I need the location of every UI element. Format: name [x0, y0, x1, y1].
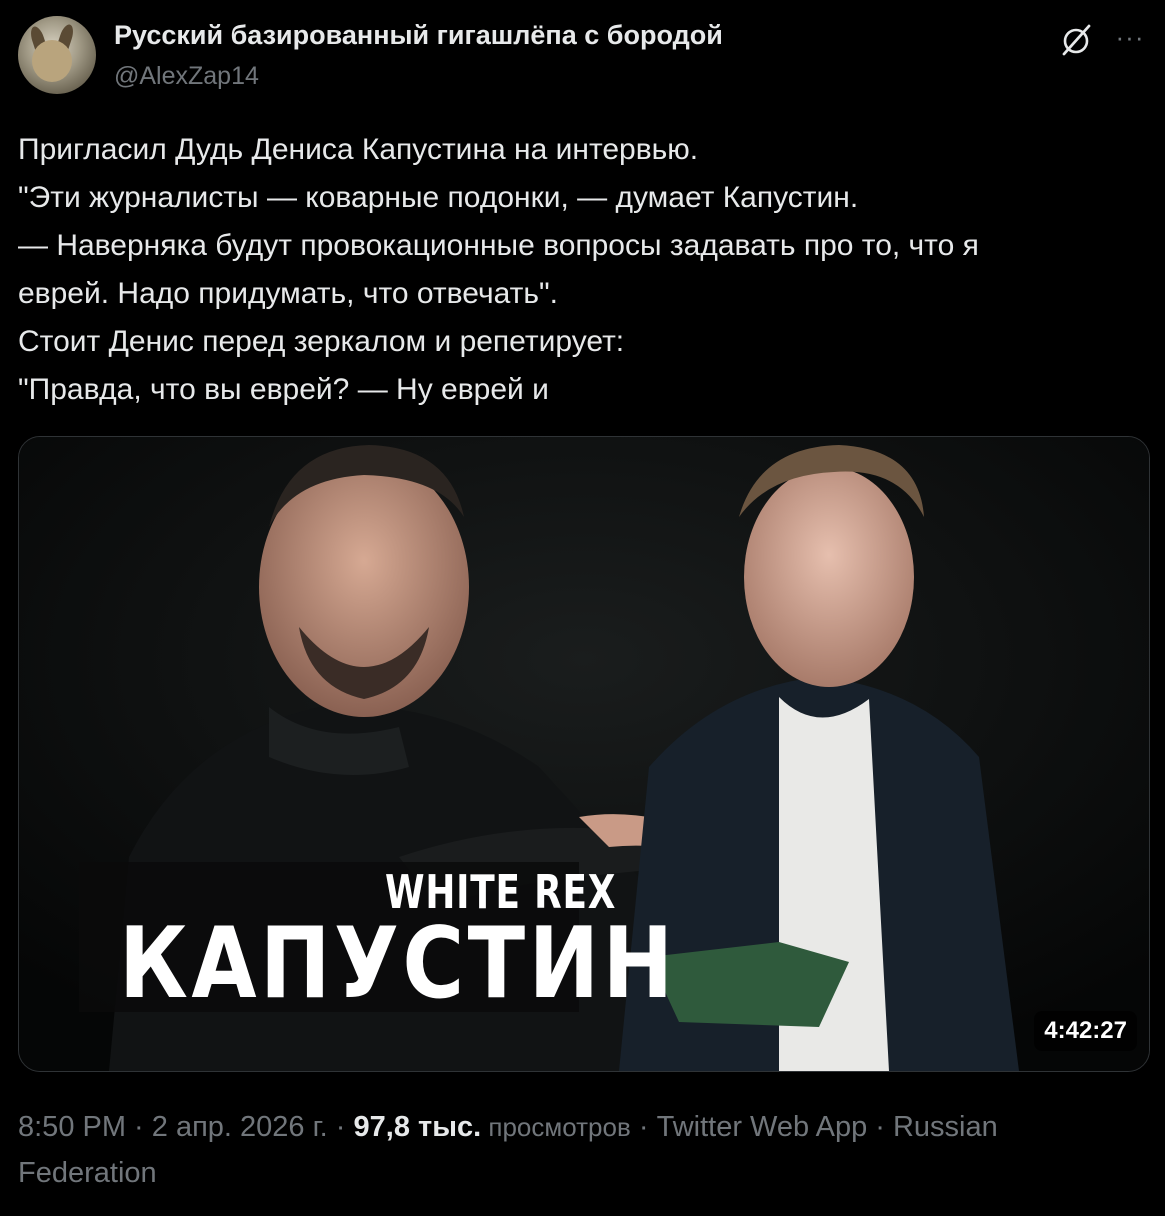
tweet-line: Стоит Денис перед зеркалом и репетирует:	[18, 325, 625, 358]
tweet-header: Русский базированный гигашлёпа с бородой…	[18, 16, 1148, 96]
display-name[interactable]: Русский базированный гигашлёпа с бородой	[114, 20, 723, 51]
tweet-source: Twitter Web App	[656, 1111, 868, 1143]
tweet-text: Пригласил Дудь Дениса Капустина на интер…	[18, 126, 1148, 414]
more-icon[interactable]: ···	[1112, 22, 1148, 58]
meta-separator: ·	[327, 1111, 354, 1143]
tweet-line: "Правда, что вы еврей? — Ну еврей и	[18, 373, 549, 406]
meta-separator: ·	[630, 1111, 657, 1143]
thumbnail-title: КАПУСТИН	[119, 907, 677, 1021]
video-duration: 4:42:27	[1034, 1011, 1137, 1051]
tweet-line: еврей. Надо придумать, что отвечать".	[18, 277, 558, 310]
tweet-time[interactable]: 8:50 PM	[18, 1111, 126, 1143]
tweet-location-continued: Federation	[18, 1157, 157, 1189]
tweet-date[interactable]: 2 апр. 2026 г.	[152, 1111, 328, 1143]
view-count: 97,8 тыс.	[353, 1111, 482, 1143]
tweet-line: Пригласил Дудь Дениса Капустина на интер…	[18, 133, 699, 166]
tweet-meta: 8:50 PM · 2 апр. 2026 г. · 97,8 тыс. про…	[18, 1104, 1148, 1196]
tweet-line: "Эти журналисты — коварные подонки, — ду…	[18, 181, 859, 214]
video-thumbnail[interactable]: WHITE REX КАПУСТИН 4:42:27	[18, 436, 1150, 1072]
avatar[interactable]	[18, 16, 96, 94]
views-label: просмотров	[481, 1112, 631, 1142]
meta-separator: ·	[126, 1111, 152, 1143]
tweet-location: Russian	[892, 1111, 998, 1143]
meta-separator: ·	[867, 1111, 893, 1143]
tweet-line: — Наверняка будут провокационные вопросы…	[18, 229, 979, 262]
user-handle[interactable]: @AlexZap14	[114, 62, 259, 91]
grok-icon[interactable]	[1058, 22, 1094, 58]
